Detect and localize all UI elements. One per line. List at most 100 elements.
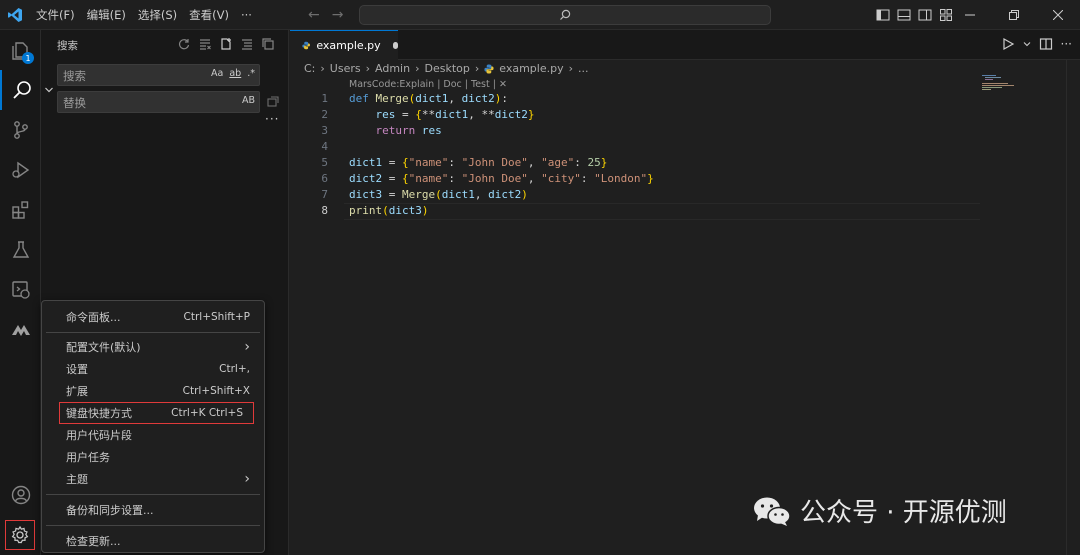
- tab-example-py[interactable]: example.py: [290, 30, 398, 60]
- breadcrumb-desktop[interactable]: Desktop: [424, 62, 469, 75]
- wechat-logo-icon: [754, 497, 791, 526]
- command-center[interactable]: [359, 5, 771, 25]
- code-line[interactable]: return res: [349, 123, 654, 139]
- menu-item-user-tasks[interactable]: 用户任务: [46, 447, 260, 467]
- menu-item-themes[interactable]: 主题 ›: [46, 469, 260, 489]
- editor-scrollbar[interactable]: [1066, 60, 1080, 555]
- settings-gear-icon[interactable]: [5, 520, 35, 550]
- search-options: Aa ab .*: [211, 68, 255, 79]
- menu-item-settings[interactable]: 设置 Ctrl+,: [46, 359, 260, 379]
- breadcrumb-symbols[interactable]: ...: [578, 62, 589, 75]
- menu-item-extensions[interactable]: 扩展 Ctrl+Shift+X: [46, 381, 260, 401]
- breadcrumb-separator-icon: ›: [474, 62, 480, 75]
- tab-label: example.py: [316, 39, 381, 52]
- use-regex-toggle[interactable]: .*: [247, 68, 255, 79]
- code-line[interactable]: res = {**dict1, **dict2}: [349, 107, 654, 123]
- new-search-editor-icon[interactable]: [219, 37, 233, 51]
- minimize-icon[interactable]: [948, 0, 992, 30]
- marscode-codelens[interactable]: MarsCode:Explain | Doc | Test | ✕: [349, 79, 507, 90]
- match-case-toggle[interactable]: Aa: [211, 68, 223, 79]
- refresh-icon[interactable]: [177, 37, 191, 51]
- line-number: 3: [321, 124, 328, 137]
- unsaved-dot-icon[interactable]: [392, 42, 398, 49]
- toggle-panel-icon[interactable]: [897, 8, 911, 22]
- menu-item-backup-sync[interactable]: 备份和同步设置...: [46, 500, 260, 520]
- breadcrumb-admin[interactable]: Admin: [375, 62, 410, 75]
- breadcrumb-separator-icon: ›: [415, 62, 420, 75]
- collapse-all-icon[interactable]: [261, 37, 275, 51]
- view-as-tree-icon[interactable]: [240, 37, 254, 51]
- menu-item-keyboard-shortcuts[interactable]: 键盘快捷方式 Ctrl+K Ctrl+S: [59, 402, 254, 424]
- testing-icon[interactable]: [0, 230, 41, 270]
- activity-bar: 1: [0, 30, 41, 555]
- match-whole-word-toggle[interactable]: ab: [229, 68, 241, 79]
- run-python-file-icon[interactable]: [1001, 37, 1015, 51]
- restore-icon[interactable]: [992, 0, 1036, 30]
- code-line[interactable]: print(dict3): [349, 203, 654, 219]
- explorer-badge: 1: [22, 52, 34, 64]
- line-number-gutter: 1 2 3 4 5 6 7 8: [300, 91, 328, 219]
- code-line[interactable]: dict3 = Merge(dict1, dict2): [349, 187, 654, 203]
- code-line[interactable]: dict2 = {"name": "John Doe", "city": "Lo…: [349, 171, 654, 187]
- search-field[interactable]: Aa ab .*: [57, 64, 260, 86]
- code-line[interactable]: dict1 = {"name": "John Doe", "age": 25}: [349, 155, 654, 171]
- menu-item-label: 主题: [66, 473, 88, 486]
- code-line[interactable]: [349, 139, 654, 155]
- search-icon: [560, 9, 571, 20]
- preserve-case-toggle[interactable]: AB: [242, 95, 255, 106]
- close-window-icon[interactable]: [1036, 0, 1080, 30]
- breadcrumb-users[interactable]: Users: [330, 62, 361, 75]
- menu-edit[interactable]: 编辑(E): [81, 0, 132, 30]
- line-number: 6: [321, 172, 328, 185]
- code-content[interactable]: def Merge(dict1, dict2): res = {**dict1,…: [349, 91, 654, 219]
- replace-input[interactable]: [63, 95, 213, 110]
- menu-item-check-updates[interactable]: 检查更新...: [46, 531, 260, 551]
- menu-item-command-palette[interactable]: 命令面板... Ctrl+Shift+P: [46, 307, 260, 327]
- menu-item-label: 键盘快捷方式: [66, 407, 132, 420]
- title-bar: 文件(F) 编辑(E) 选择(S) 查看(V) ··· ← →: [0, 0, 1080, 30]
- extensions-icon[interactable]: [0, 190, 41, 230]
- search-input[interactable]: [63, 68, 213, 83]
- account-icon[interactable]: [0, 475, 41, 515]
- menu-item-shortcut: Ctrl+Shift+X: [182, 385, 250, 397]
- back-arrow-icon[interactable]: ←: [308, 7, 320, 23]
- submenu-chevron-icon: ›: [244, 471, 250, 487]
- breadcrumb-file[interactable]: example.py: [499, 62, 563, 75]
- menu-item-profiles[interactable]: 配置文件(默认) ›: [46, 337, 260, 357]
- remote-explorer-icon[interactable]: [0, 270, 41, 310]
- run-dropdown-chevron-icon[interactable]: [1023, 40, 1031, 48]
- toggle-secondary-sidebar-icon[interactable]: [918, 8, 932, 22]
- menu-selection[interactable]: 选择(S): [132, 0, 183, 30]
- window-controls: [948, 0, 1080, 30]
- sidebar-actions: [177, 37, 275, 51]
- explorer-icon[interactable]: 1: [0, 30, 41, 70]
- editor-actions: ···: [1001, 37, 1072, 51]
- clear-results-icon[interactable]: [198, 37, 212, 51]
- replace-all-icon[interactable]: [266, 94, 280, 108]
- more-actions-icon[interactable]: ···: [1061, 37, 1072, 51]
- code-line[interactable]: def Merge(dict1, dict2):: [349, 91, 654, 107]
- source-control-icon[interactable]: [0, 110, 41, 150]
- toggle-replace-chevron-icon[interactable]: [44, 85, 54, 95]
- run-debug-icon[interactable]: [0, 150, 41, 190]
- menu-item-label: 配置文件(默认): [66, 341, 141, 354]
- search-details-toggle[interactable]: ···: [265, 112, 279, 126]
- breadcrumb-drive[interactable]: C:: [304, 62, 315, 75]
- split-editor-icon[interactable]: [1039, 37, 1053, 51]
- menu-more[interactable]: ···: [235, 0, 258, 30]
- minimap[interactable]: [982, 74, 1022, 94]
- forward-arrow-icon[interactable]: →: [332, 7, 344, 23]
- toggle-primary-sidebar-icon[interactable]: [876, 8, 890, 22]
- navigation-arrows: ← →: [308, 0, 343, 30]
- menu-item-label: 备份和同步设置...: [66, 504, 154, 517]
- replace-field[interactable]: AB: [57, 91, 260, 113]
- breadcrumb-separator-icon: ›: [365, 62, 371, 75]
- menu-view[interactable]: 查看(V): [183, 0, 235, 30]
- menu-item-shortcut: Ctrl+,: [219, 363, 250, 375]
- line-number: 1: [321, 92, 328, 105]
- search-view-icon[interactable]: [0, 70, 41, 110]
- marscode-icon[interactable]: [0, 310, 41, 350]
- submenu-chevron-icon: ›: [244, 339, 250, 355]
- menu-item-user-snippets[interactable]: 用户代码片段: [46, 425, 260, 445]
- menu-file[interactable]: 文件(F): [30, 0, 81, 30]
